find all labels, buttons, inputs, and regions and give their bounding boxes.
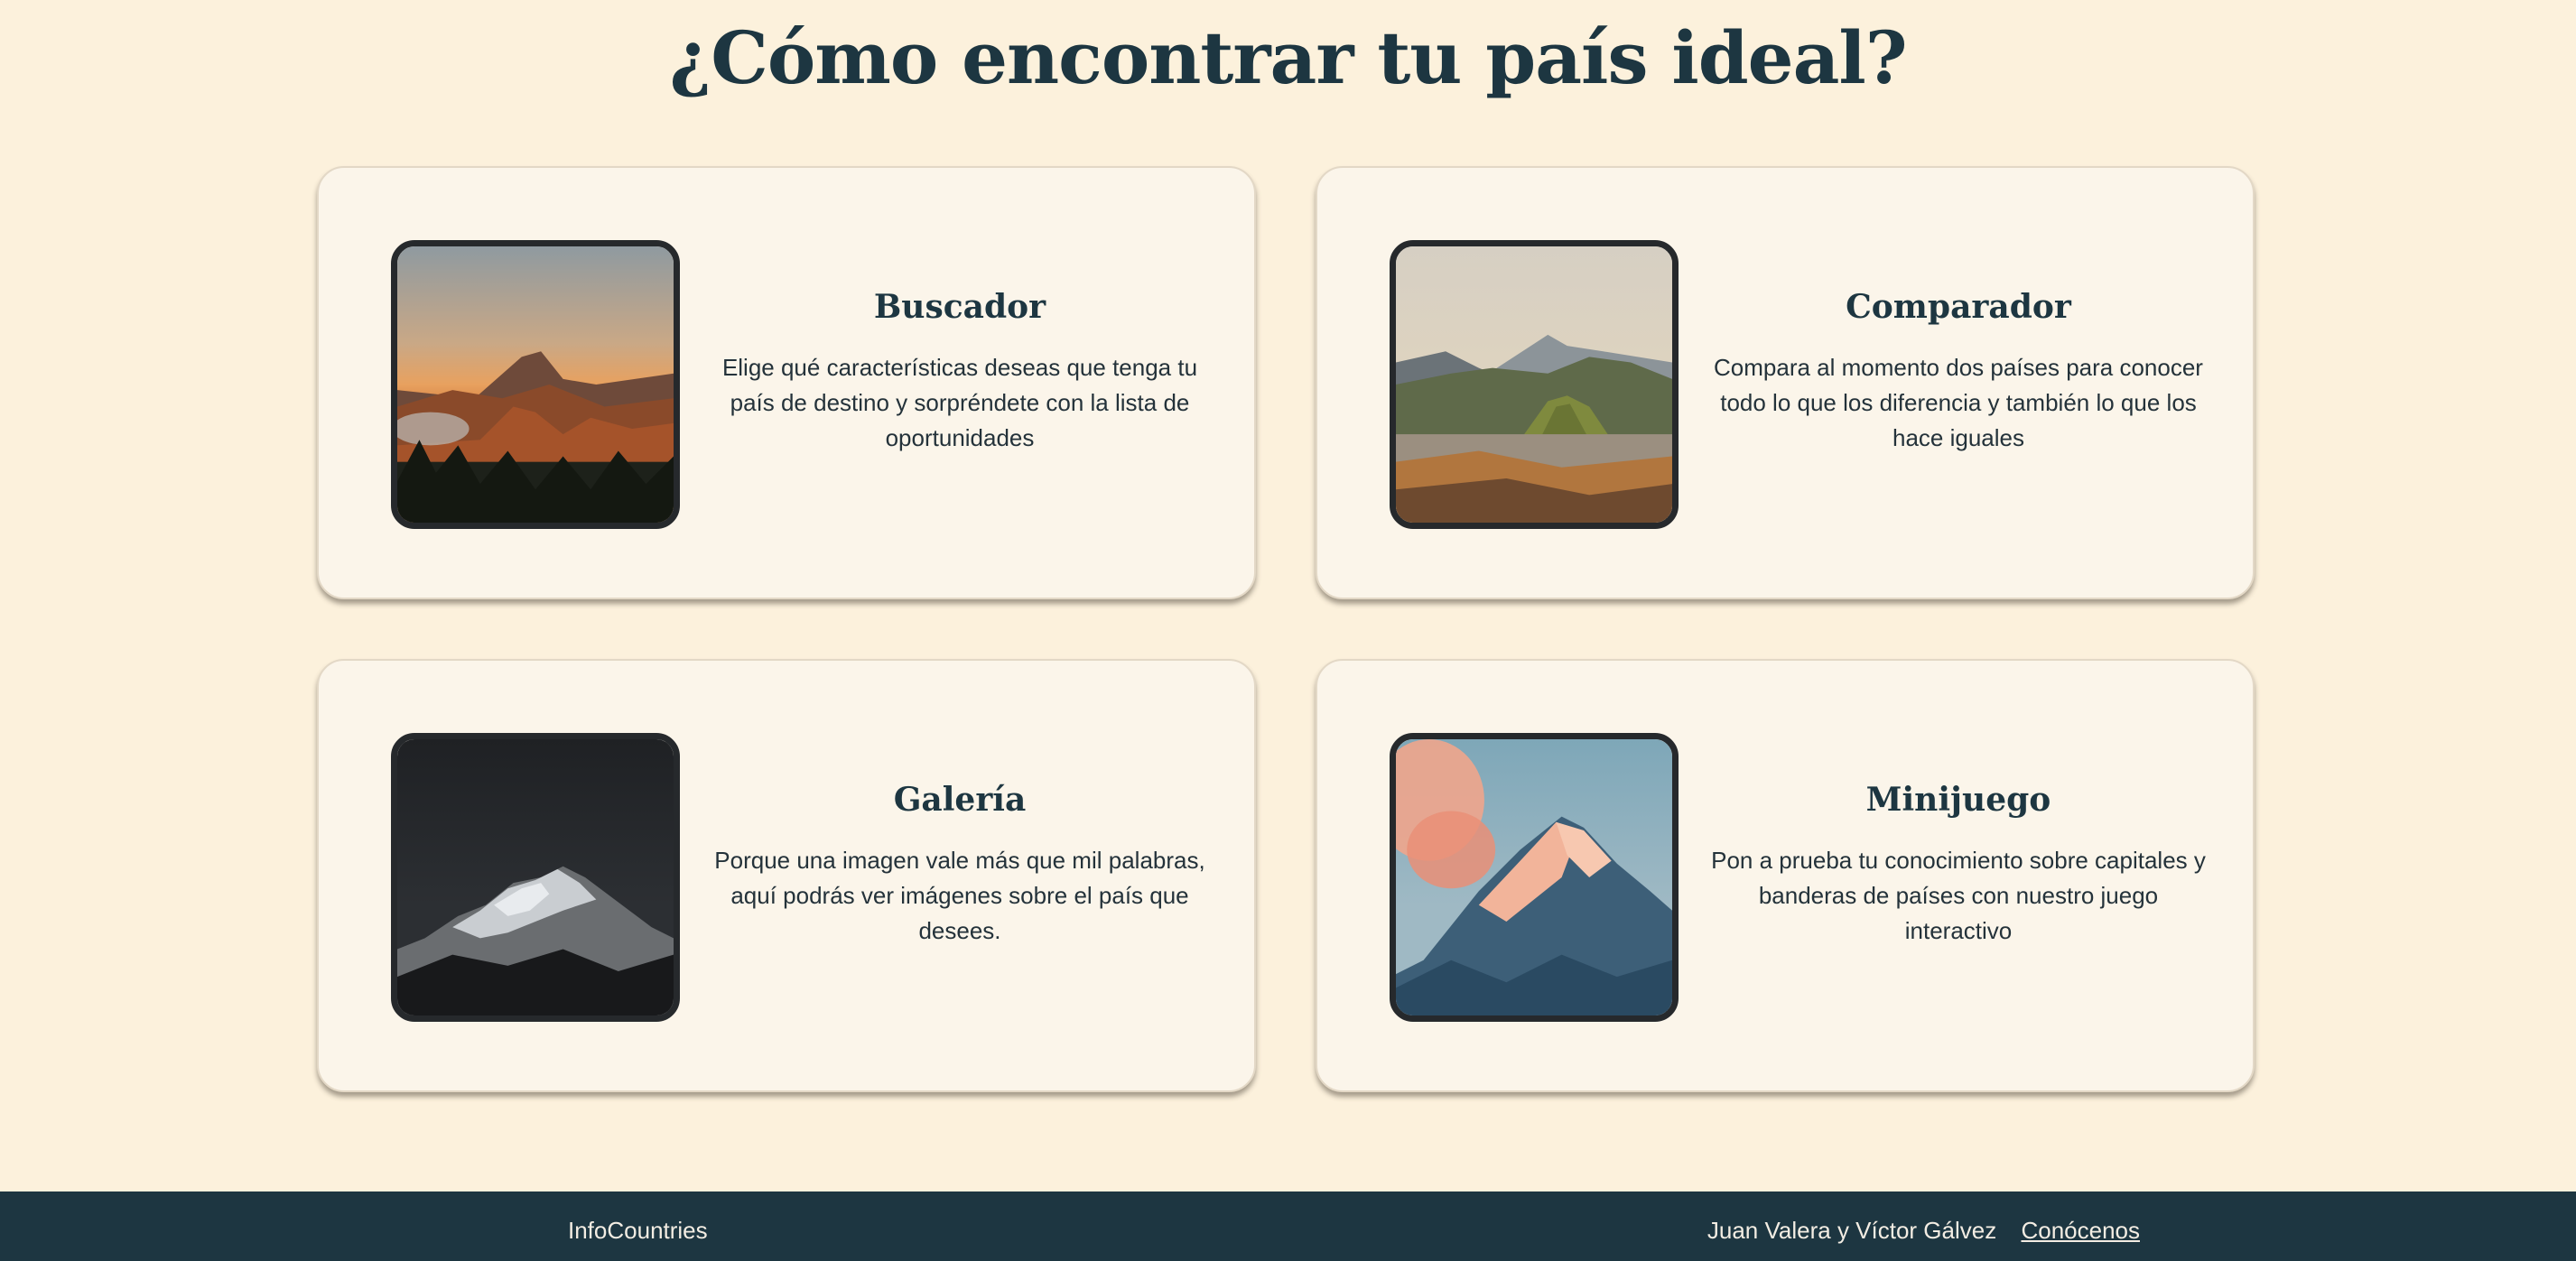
card-title: Minijuego — [1865, 781, 2051, 819]
footer-authors: Juan Valera y Víctor Gálvez — [1706, 1217, 1997, 1244]
footer-right: Juan Valera y Víctor Gálvez Conócenos — [1707, 1217, 2140, 1245]
comparador-image — [1390, 240, 1679, 529]
page-title: ¿Cómo encontrar tu país ideal? — [669, 15, 1907, 100]
footer-brand: InfoCountries — [568, 1217, 708, 1244]
card-title: Comparador — [1846, 288, 2071, 326]
card-description: Elige qué características deseas que ten… — [721, 354, 1198, 451]
card-galeria[interactable]: Galería Porque una imagen vale más que m… — [317, 659, 1256, 1092]
card-description: Pon a prueba tu conocimiento sobre capit… — [1711, 847, 2206, 944]
card-description: Compara al momento dos países para conoc… — [1714, 354, 2203, 451]
card-description: Porque una imagen vale más que mil palab… — [714, 847, 1205, 944]
minijuego-image — [1390, 733, 1679, 1022]
conocenos-link[interactable]: Conócenos — [2021, 1217, 2140, 1244]
footer: InfoCountries Juan Valera y Víctor Gálve… — [0, 1191, 2576, 1261]
card-title: Galería — [893, 781, 1027, 819]
card-minijuego[interactable]: Minijuego Pon a prueba tu conocimiento s… — [1316, 659, 2255, 1092]
card-title: Buscador — [873, 288, 1046, 326]
buscador-image — [391, 240, 680, 529]
galeria-image — [391, 733, 680, 1022]
card-comparador[interactable]: Comparador Compara al momento dos países… — [1316, 166, 2255, 599]
card-buscador[interactable]: Buscador Elige qué características desea… — [317, 166, 1256, 599]
